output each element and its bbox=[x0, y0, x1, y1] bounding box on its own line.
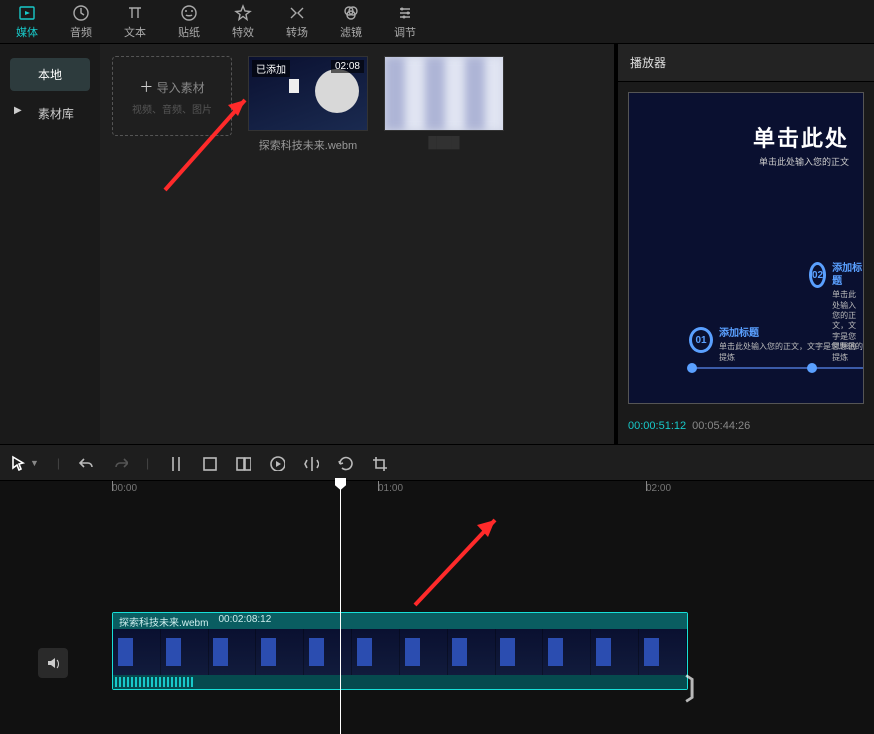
sidebar-local-label: 本地 bbox=[38, 68, 62, 82]
ruler-mark-2: 02:00 bbox=[646, 483, 671, 494]
preview-dot-2 bbox=[807, 363, 817, 373]
media-item-1[interactable]: 已添加 02:08 探索科技未来.webm bbox=[248, 56, 368, 153]
media-item-1-name: 探索科技未来.webm bbox=[259, 137, 357, 153]
preview-sub: 单击此处输入您的正文 bbox=[759, 155, 849, 168]
sidebar-library-label: 素材库 bbox=[38, 107, 74, 121]
preview-canvas[interactable]: 单击此处 单击此处输入您的正文 01 添加标题单击此处输入您的正文，文字是您思想… bbox=[628, 92, 864, 404]
delete-icon[interactable] bbox=[201, 455, 217, 471]
moon-graphic bbox=[315, 69, 359, 113]
undo-icon[interactable] bbox=[78, 455, 94, 471]
preview-step-2: 02 添加标题单击此处输入您的正文，文字是您思想的提炼 bbox=[809, 262, 863, 363]
speed-icon[interactable] bbox=[269, 455, 285, 471]
tab-adjust[interactable]: 调节 bbox=[378, 0, 432, 43]
timeline-end-marker: 〕 bbox=[685, 668, 713, 708]
import-sub: 视频、音频、图片 bbox=[132, 101, 212, 116]
timeline-body[interactable]: 探索科技未来.webm 00:02:08:12 〕 bbox=[0, 500, 874, 734]
ruler-mark-0: 00:00 bbox=[112, 483, 137, 494]
preview-dot-1 bbox=[687, 363, 697, 373]
badge-added: 已添加 bbox=[252, 60, 290, 77]
time-total: 00:05:44:26 bbox=[692, 420, 750, 432]
timeline-clip-name: 探索科技未来.webm bbox=[119, 614, 208, 628]
audio-icon bbox=[72, 4, 90, 22]
pointer-tool-icon[interactable] bbox=[10, 455, 26, 471]
ruler-mark-1: 01:00 bbox=[378, 483, 403, 494]
player-title: 播放器 bbox=[618, 44, 874, 82]
player-time: 00:00:51:12 00:05:44:26 bbox=[618, 414, 874, 444]
chevron-right-icon: ▶ bbox=[14, 105, 22, 116]
tab-effect-label: 特效 bbox=[232, 24, 254, 40]
timeline-ruler[interactable]: 00:00 01:00 02:00 bbox=[0, 480, 874, 500]
preview-heading: 单击此处 bbox=[753, 121, 849, 153]
preview-timeline-line bbox=[689, 367, 863, 369]
tab-filter-label: 滤镜 bbox=[340, 24, 362, 40]
sticker-icon bbox=[180, 4, 198, 22]
time-current: 00:00:51:12 bbox=[628, 420, 686, 432]
tab-audio-label: 音频 bbox=[70, 24, 92, 40]
rotate-icon[interactable] bbox=[337, 455, 353, 471]
adjust-icon bbox=[396, 4, 414, 22]
effect-icon bbox=[234, 4, 252, 22]
media-icon bbox=[18, 4, 36, 22]
astronaut-graphic bbox=[289, 79, 299, 93]
tab-sticker[interactable]: 贴纸 bbox=[162, 0, 216, 43]
media-sidebar: 本地 ▶ 素材库 bbox=[0, 44, 100, 444]
timeline-clip-frames bbox=[113, 629, 687, 675]
timeline-clip[interactable]: 探索科技未来.webm 00:02:08:12 bbox=[112, 612, 688, 690]
tab-media[interactable]: 媒体 bbox=[0, 0, 54, 43]
filter-icon bbox=[342, 4, 360, 22]
timeline-clip-dur: 00:02:08:12 bbox=[218, 614, 271, 628]
media-thumb-2[interactable] bbox=[384, 56, 504, 131]
media-grid: ＋ 导入素材 视频、音频、图片 已添加 02:08 探索科技未来.webm ██… bbox=[100, 44, 614, 444]
preview-step-2-title: 添加标题 bbox=[832, 262, 863, 288]
player-panel: 播放器 单击此处 单击此处输入您的正文 01 添加标题单击此处输入您的正文，文字… bbox=[614, 44, 874, 444]
redo-icon[interactable] bbox=[112, 455, 128, 471]
media-thumb-1[interactable]: 已添加 02:08 bbox=[248, 56, 368, 131]
timeline-clip-waveform bbox=[113, 675, 687, 689]
preview-step-2-num: 02 bbox=[809, 262, 826, 288]
track-mute-button[interactable] bbox=[38, 648, 68, 678]
preview-step-2-body: 单击此处输入您的正文，文字是您思想的提炼 bbox=[832, 290, 856, 361]
tab-effect[interactable]: 特效 bbox=[216, 0, 270, 43]
tab-transition[interactable]: 转场 bbox=[270, 0, 324, 43]
import-button[interactable]: ＋ 导入素材 视频、音频、图片 bbox=[112, 56, 232, 136]
tab-transition-label: 转场 bbox=[286, 24, 308, 40]
tab-text-label: 文本 bbox=[124, 24, 146, 40]
media-item-2[interactable]: ████ bbox=[384, 56, 504, 149]
playhead[interactable] bbox=[340, 480, 341, 734]
crop-icon[interactable] bbox=[371, 455, 387, 471]
mirror-icon[interactable] bbox=[303, 455, 319, 471]
tab-audio[interactable]: 音频 bbox=[54, 0, 108, 43]
crop-left-icon[interactable] bbox=[235, 455, 251, 471]
tab-filter[interactable]: 滤镜 bbox=[324, 0, 378, 43]
transition-icon bbox=[288, 4, 306, 22]
media-item-2-name: ████ bbox=[428, 137, 459, 149]
top-tab-bar: 媒体 音频 文本 贴纸 特效 转场 滤镜 调节 bbox=[0, 0, 874, 44]
badge-duration: 02:08 bbox=[331, 60, 364, 73]
sidebar-library[interactable]: ▶ 素材库 bbox=[10, 97, 90, 130]
plus-icon: ＋ bbox=[139, 79, 153, 95]
split-icon[interactable] bbox=[167, 455, 183, 471]
tab-text[interactable]: 文本 bbox=[108, 0, 162, 43]
sidebar-local[interactable]: 本地 bbox=[10, 58, 90, 91]
tab-media-label: 媒体 bbox=[16, 24, 38, 40]
tab-sticker-label: 贴纸 bbox=[178, 24, 200, 40]
timeline-toolbar: ▼ | | bbox=[0, 444, 874, 480]
speaker-icon bbox=[46, 656, 60, 670]
text-icon bbox=[126, 4, 144, 22]
import-label: 导入素材 bbox=[157, 81, 205, 95]
tab-adjust-label: 调节 bbox=[394, 24, 416, 40]
pointer-dropdown-icon[interactable]: ▼ bbox=[30, 458, 39, 468]
preview-step-1-num: 01 bbox=[689, 327, 713, 353]
